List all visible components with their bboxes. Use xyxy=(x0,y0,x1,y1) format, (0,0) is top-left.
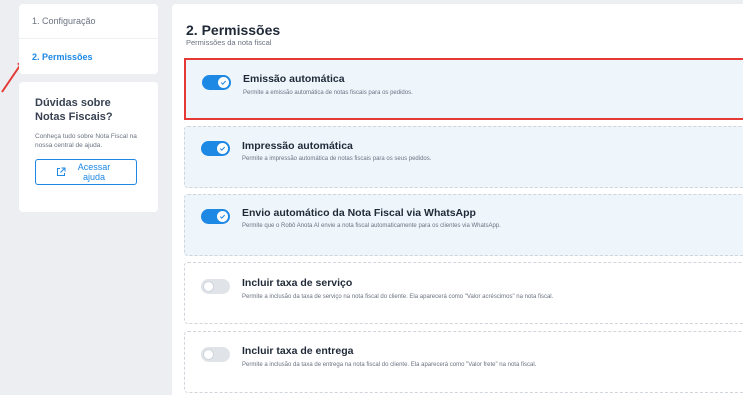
check-icon xyxy=(217,211,228,222)
permissions-panel: 2. Permissões Permissões da nota fiscal … xyxy=(172,4,743,395)
nav-item-configuracao[interactable]: 1. Configuração xyxy=(19,4,158,39)
toggle-taxa-entrega[interactable] xyxy=(201,347,230,362)
permission-card-emissao: Emissão automática Permite a emissão aut… xyxy=(184,58,743,120)
permission-description: Permite a inclusão da taxa de serviço na… xyxy=(242,294,554,300)
permission-title: Incluir taxa de entrega xyxy=(242,345,354,357)
permission-title: Impressão automática xyxy=(242,140,353,152)
steps-nav: 1. Configuração 2. Permissões xyxy=(19,4,158,74)
nav-item-permissoes[interactable]: 2. Permissões xyxy=(19,39,158,74)
help-button[interactable]: Acessar ajuda xyxy=(35,159,137,185)
help-button-label: Acessar ajuda xyxy=(77,162,111,182)
external-link-icon xyxy=(57,167,66,176)
toggle-knob xyxy=(203,281,214,292)
permission-description: Permite a inclusão da taxa de entrega na… xyxy=(242,362,537,368)
toggle-impressao[interactable] xyxy=(201,141,230,156)
permission-description: Permite a impressão automática de notas … xyxy=(242,156,432,162)
permission-description: Permite a emissão automática de notas fi… xyxy=(243,90,413,96)
help-card: Dúvidas sobre Notas Fiscais? Conheça tud… xyxy=(19,82,158,212)
permission-card-whatsapp: Envio automático da Nota Fiscal via What… xyxy=(184,194,743,256)
help-text: Conheça tudo sobre Nota Fiscal na nossa … xyxy=(35,133,137,149)
permission-title: Emissão automática xyxy=(243,73,345,85)
permission-card-taxa-entrega: Incluir taxa de entrega Permite a inclus… xyxy=(184,331,743,393)
page-subtitle: Permissões da nota fiscal xyxy=(186,38,272,47)
permission-card-taxa-servico: Incluir taxa de serviço Permite a inclus… xyxy=(184,262,743,324)
permission-description: Permite que o Robô Anota AI envie a nota… xyxy=(242,223,501,229)
check-icon xyxy=(218,77,229,88)
permission-title: Envio automático da Nota Fiscal via What… xyxy=(242,207,476,219)
permission-card-impressao: Impressão automática Permite a impressão… xyxy=(184,126,743,188)
permission-title: Incluir taxa de serviço xyxy=(242,277,353,289)
page-title: 2. Permissões xyxy=(186,22,281,38)
toggle-emissao[interactable] xyxy=(202,75,231,90)
check-icon xyxy=(217,143,228,154)
help-title: Dúvidas sobre Notas Fiscais? xyxy=(35,97,113,123)
toggle-whatsapp[interactable] xyxy=(201,209,230,224)
toggle-taxa-servico[interactable] xyxy=(201,279,230,294)
toggle-knob xyxy=(203,349,214,360)
